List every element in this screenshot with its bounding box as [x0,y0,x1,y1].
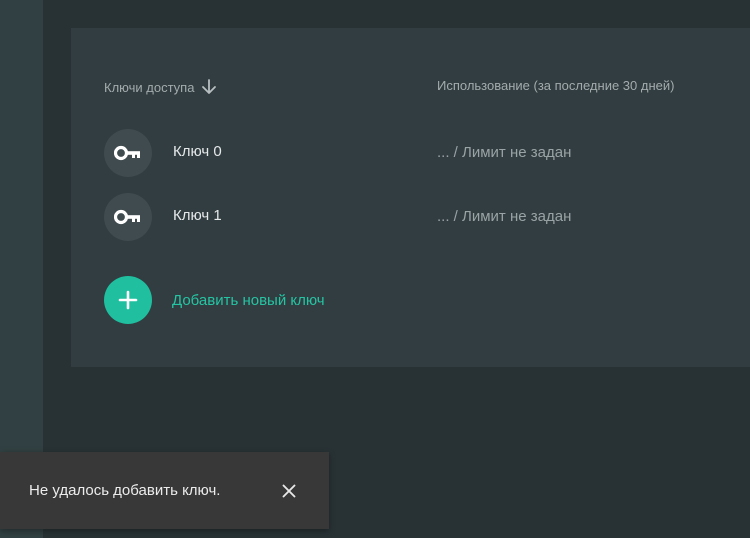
key-usage: ... / Лимит не задан [437,208,572,225]
key-name[interactable]: Ключ 1 [173,207,222,224]
error-toast: Не удалось добавить ключ. [0,452,329,529]
arrow-down-icon[interactable] [200,78,218,96]
key-icon[interactable] [104,129,152,177]
keys-column-label: Ключи доступа [104,79,195,95]
key-row[interactable]: Ключ 1 ... / Лимит не задан [104,193,704,241]
key-icon[interactable] [104,193,152,241]
plus-icon[interactable] [104,276,152,324]
close-icon[interactable] [279,481,299,501]
add-key-button[interactable]: Добавить новый ключ [104,276,325,324]
usage-column-header: Использование (за последние 30 дней) [437,78,675,93]
key-row[interactable]: Ключ 0 ... / Лимит не задан [104,129,704,177]
keys-column-header[interactable]: Ключи доступа [104,78,218,96]
toast-message: Не удалось добавить ключ. [29,482,221,499]
key-usage: ... / Лимит не задан [437,144,572,161]
key-name[interactable]: Ключ 0 [173,143,222,160]
add-key-label[interactable]: Добавить новый ключ [172,292,325,309]
